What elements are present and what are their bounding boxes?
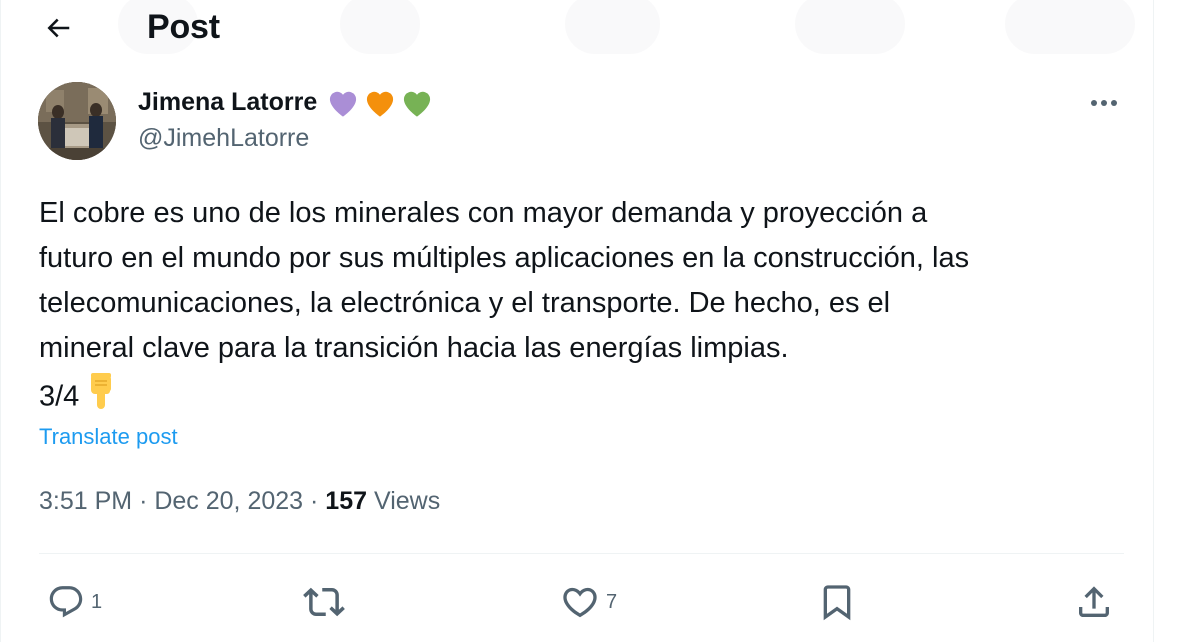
divider (39, 553, 1124, 554)
header-ghost (795, 0, 905, 54)
bookmark-icon (823, 585, 851, 621)
repost-icon (303, 587, 345, 617)
avatar-image (38, 82, 116, 160)
post-text: El cobre es uno de los minerales con may… (39, 191, 1134, 425)
reply-count: 1 (91, 590, 103, 613)
header-ghost (340, 0, 420, 54)
bookmark-button[interactable] (817, 580, 857, 624)
repost-button[interactable] (303, 580, 351, 624)
orange-heart-icon (367, 91, 394, 117)
post-text-line: telecomunicaciones, la electrónica y el … (39, 287, 891, 319)
thread-marker: 3/4 (39, 380, 80, 413)
post-date[interactable]: Dec 20, 2023 (154, 487, 303, 515)
back-button[interactable] (36, 8, 80, 48)
meta-separator: · (139, 487, 148, 515)
author-name-text: Jimena Latorre (138, 87, 318, 116)
share-button[interactable] (1074, 580, 1114, 624)
like-icon (563, 587, 597, 618)
header-bar: Post (0, 0, 1153, 58)
post-text-line: El cobre es uno de los minerales con may… (39, 197, 928, 229)
like-count: 7 (606, 590, 618, 613)
post-page: Post Jimena Latorre @JimehLatorre El cob… (0, 0, 1200, 642)
left-border (0, 0, 1, 642)
reply-button[interactable]: 1 (47, 580, 102, 624)
green-heart-icon (404, 91, 431, 117)
translate-post-link[interactable]: Translate post (39, 424, 178, 450)
header-ghost (1005, 0, 1135, 54)
author-display-name[interactable]: Jimena Latorre (138, 86, 435, 118)
right-border (1153, 0, 1154, 642)
views-count: 157 (325, 487, 368, 515)
like-button[interactable]: 7 (560, 580, 617, 624)
page-title: Post (147, 8, 220, 46)
reply-icon (49, 586, 83, 618)
views-label: Views (373, 487, 441, 515)
pointing-down-hand-icon (85, 371, 119, 425)
purple-heart-icon (330, 91, 357, 117)
author-handle[interactable]: @JimehLatorre (138, 124, 309, 153)
avatar[interactable] (38, 82, 116, 160)
header-ghost (565, 0, 660, 54)
post-meta: 3:51 PM · Dec 20, 2023 · 157 Views (39, 487, 440, 516)
more-options-button[interactable] (1084, 88, 1124, 118)
back-arrow-icon (47, 18, 70, 38)
meta-separator: · (310, 487, 319, 515)
share-icon (1079, 586, 1109, 617)
post-time[interactable]: 3:51 PM (39, 487, 132, 515)
post-text-line: mineral clave para la transición hacia l… (39, 332, 789, 364)
more-icon (1091, 100, 1117, 106)
post-text-line: futuro en el mundo por sus múltiples apl… (39, 242, 970, 274)
thread-marker-line: 3/4 (39, 371, 1134, 425)
name-emojis (325, 86, 435, 118)
